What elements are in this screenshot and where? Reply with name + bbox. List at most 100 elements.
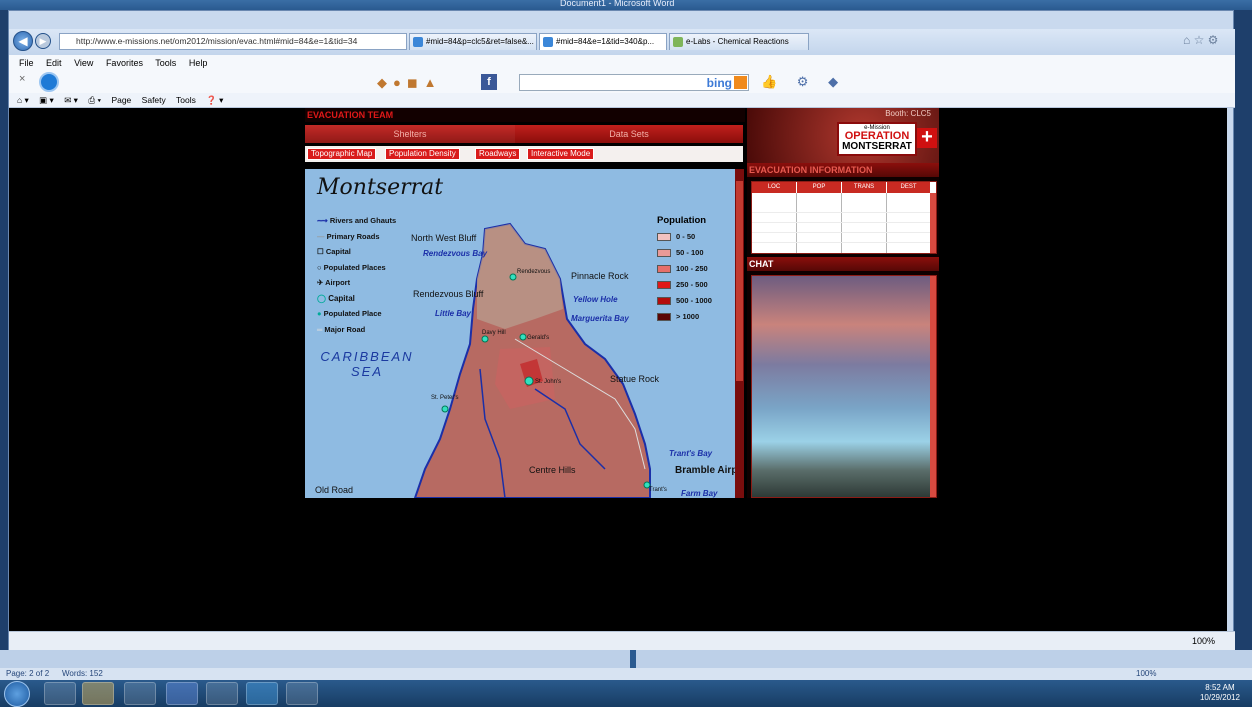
evacuation-info-table: LOC POP TRANS DEST	[751, 181, 937, 254]
toolbar-addon-icons[interactable]: ◆●◼▲	[377, 75, 443, 91]
population-range-item: 250 - 500	[657, 280, 712, 289]
population-range-item: 0 - 50	[657, 232, 712, 241]
table-row[interactable]	[752, 223, 930, 233]
table-row[interactable]	[752, 203, 930, 213]
menu-favorites[interactable]: Favorites	[106, 58, 143, 68]
population-swatch	[657, 248, 671, 257]
chat-window[interactable]	[751, 275, 937, 498]
print-icon[interactable]: ⎙ ▾	[88, 95, 101, 105]
word-taskbar-icon[interactable]	[166, 682, 198, 705]
back-button[interactable]: ◀	[13, 31, 33, 51]
command-bar: ⌂ ▾ ▣ ▾ ✉ ▾ ⎙ ▾ Page Safety Tools ❓ ▾	[9, 93, 1235, 108]
explorer-folder-icon[interactable]	[124, 682, 156, 705]
evacuation-app: EVACUATION TEAM Shelters Data Sets Topog…	[305, 108, 939, 498]
dell-logo-icon[interactable]	[39, 72, 59, 92]
chat-scrollbar[interactable]	[930, 276, 936, 497]
page-viewport: EVACUATION TEAM Shelters Data Sets Topog…	[9, 108, 1227, 631]
population-swatch	[657, 280, 671, 289]
browser-zoom-level[interactable]: 100%	[1192, 632, 1215, 650]
tools-menu[interactable]: Tools	[176, 95, 196, 105]
tab-shelters[interactable]: Shelters	[305, 125, 515, 143]
population-range-item: 100 - 250	[657, 264, 712, 273]
menu-help[interactable]: Help	[189, 58, 208, 68]
legend-populated-places: ○ Populated Places	[317, 262, 386, 272]
place-bramble-airport: Bramble Airport	[675, 465, 735, 476]
app-taskbar-icon[interactable]	[206, 682, 238, 705]
table-row[interactable]	[752, 213, 930, 223]
legend-rivers: ⟿ Rivers and Ghauts	[317, 216, 397, 225]
place-pinnacle-rock: Pinnacle Rock	[571, 271, 629, 281]
legend-major-road: ═ Major Road	[317, 324, 366, 334]
place-rendezvous-bluff: Rendezvous Bluff	[413, 289, 484, 299]
feeds-icon[interactable]: ▣ ▾	[39, 95, 54, 105]
word-title-bar: Document1 - Microsoft Word	[0, 0, 1252, 10]
like-and-addon-icons[interactable]: 👍 ⚙ ◆	[761, 74, 846, 90]
paint-taskbar-icon[interactable]	[286, 682, 318, 705]
population-range-item: 500 - 1000	[657, 296, 712, 305]
population-range-item: 50 - 100	[657, 248, 712, 257]
population-range-label: 500 - 1000	[676, 296, 712, 305]
tab-3[interactable]: e-Labs - Chemical Reactions	[669, 33, 809, 50]
bay-little: Little Bay	[435, 309, 472, 318]
place-statue-rock: Statue Rock	[610, 374, 660, 384]
column-pop: POP	[797, 182, 841, 193]
ie-page-icon	[413, 37, 423, 47]
menu-tools[interactable]: Tools	[155, 58, 176, 68]
tab-label: #mid=84&p=clc5&ret=false&...	[426, 37, 534, 46]
start-button[interactable]	[4, 681, 30, 707]
system-clock[interactable]: 8:52 AM 10/29/2012	[1200, 683, 1240, 703]
tab-label: e-Labs - Chemical Reactions	[686, 37, 789, 46]
toolbar-row: × ◆●◼▲ f bing 👍 ⚙ ◆	[9, 71, 1235, 93]
home-icon[interactable]: ⌂ ▾	[17, 95, 29, 105]
place-trants: Trant's	[649, 487, 667, 493]
browser-status-bar: 100%	[9, 631, 1235, 650]
place-st-johns: St. John's	[535, 379, 562, 385]
tab-population-density[interactable]: Population Density	[385, 148, 460, 160]
word-status-bar: Page: 2 of 2 Words: 152 100%	[0, 668, 1252, 680]
place-davy-hill: Davy Hill	[482, 330, 506, 336]
bay-farm: Farm Bay	[681, 489, 718, 498]
word-zoom[interactable]: 100%	[1136, 668, 1156, 680]
search-icon[interactable]	[734, 76, 747, 89]
ie-page-icon	[673, 37, 683, 47]
legend-populated-place: ● Populated Place	[317, 309, 382, 318]
map-mode-tabs: Topographic Map Population Density Roadw…	[305, 146, 743, 162]
info-table-scrollbar[interactable]	[930, 193, 936, 253]
map-scrollbar[interactable]	[735, 169, 744, 498]
address-bar[interactable]: http://www.e-missions.net/om2012/mission…	[59, 33, 407, 50]
population-range-label: 0 - 50	[676, 232, 696, 241]
word-count[interactable]: Words: 152	[62, 668, 103, 680]
search-input[interactable]: bing	[519, 74, 749, 91]
tab-1[interactable]: #mid=84&p=clc5&ret=false&...	[409, 33, 537, 50]
safety-menu[interactable]: Safety	[142, 95, 166, 105]
tab-data-sets[interactable]: Data Sets	[515, 125, 743, 143]
internet-explorer-taskbar-icon[interactable]	[44, 682, 76, 705]
montserrat-map[interactable]: Montserrat ⟿ Rivers and Ghauts — Primary…	[305, 169, 735, 498]
column-dest: DEST	[887, 182, 930, 193]
operation-montserrat-logo: e-Mission OPERATION MONTSERRAT	[837, 122, 917, 156]
menu-view[interactable]: View	[74, 58, 93, 68]
facebook-icon[interactable]: f	[481, 74, 497, 90]
mission-banner: Booth: CLC5 e-Mission OPERATION MONTSERR…	[747, 108, 939, 163]
help-icon[interactable]: ❓ ▾	[206, 95, 223, 105]
skype-taskbar-icon[interactable]	[246, 682, 278, 705]
tab-roadways[interactable]: Roadways	[475, 148, 521, 160]
outlook-taskbar-icon[interactable]	[82, 682, 114, 705]
legend-airport: ✈ Airport	[317, 278, 351, 287]
home-star-gear-icons[interactable]: ⌂ ☆ ⚙	[1183, 33, 1218, 47]
scrollbar-thumb[interactable]	[736, 181, 743, 381]
page-menu[interactable]: Page	[111, 95, 131, 105]
mail-icon[interactable]: ✉ ▾	[64, 95, 78, 105]
population-range-label: 100 - 250	[676, 264, 708, 273]
table-row[interactable]	[752, 233, 930, 243]
menu-edit[interactable]: Edit	[46, 58, 62, 68]
tab-interactive-mode[interactable]: Interactive Mode	[527, 148, 595, 160]
page-count[interactable]: Page: 2 of 2	[6, 668, 49, 680]
tab-2[interactable]: #mid=84&e=1&tid=340&p...	[539, 33, 667, 50]
menu-file[interactable]: File	[19, 58, 34, 68]
tab-topographic-map[interactable]: Topographic Map	[307, 148, 377, 160]
evacuation-team-title: EVACUATION TEAM	[305, 108, 745, 122]
close-toolbar-icon[interactable]: ×	[19, 73, 25, 85]
forward-button[interactable]: ▶	[35, 33, 51, 49]
browser-window: ◀ ▶ http://www.e-missions.net/om2012/mis…	[8, 10, 1235, 650]
